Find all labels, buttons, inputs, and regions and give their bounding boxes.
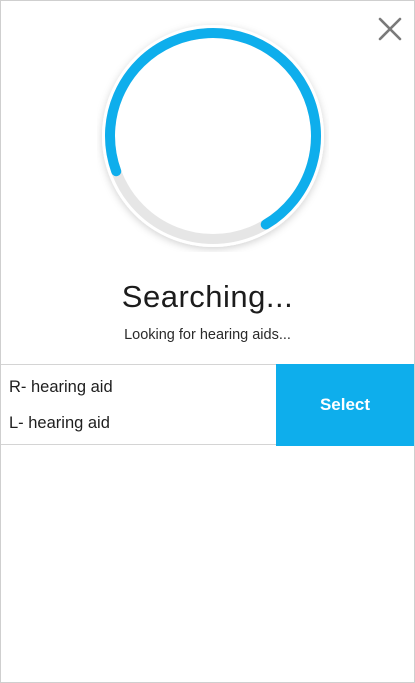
searching-title: Searching... — [121, 279, 294, 314]
search-progress-spinner — [97, 20, 329, 252]
searching-subtitle: Looking for hearing aids... — [124, 327, 291, 343]
select-button[interactable]: Select — [276, 364, 414, 446]
spinner-disc — [102, 25, 324, 247]
close-icon — [378, 17, 402, 41]
device-list-row: R- hearing aid L- hearing aid Select — [1, 364, 414, 446]
device-right-hearing-aid: R- hearing aid — [9, 378, 113, 396]
search-dialog: Searching... Looking for hearing aids...… — [0, 0, 415, 683]
close-button[interactable] — [376, 15, 404, 43]
device-left-hearing-aid: L- hearing aid — [9, 414, 110, 432]
